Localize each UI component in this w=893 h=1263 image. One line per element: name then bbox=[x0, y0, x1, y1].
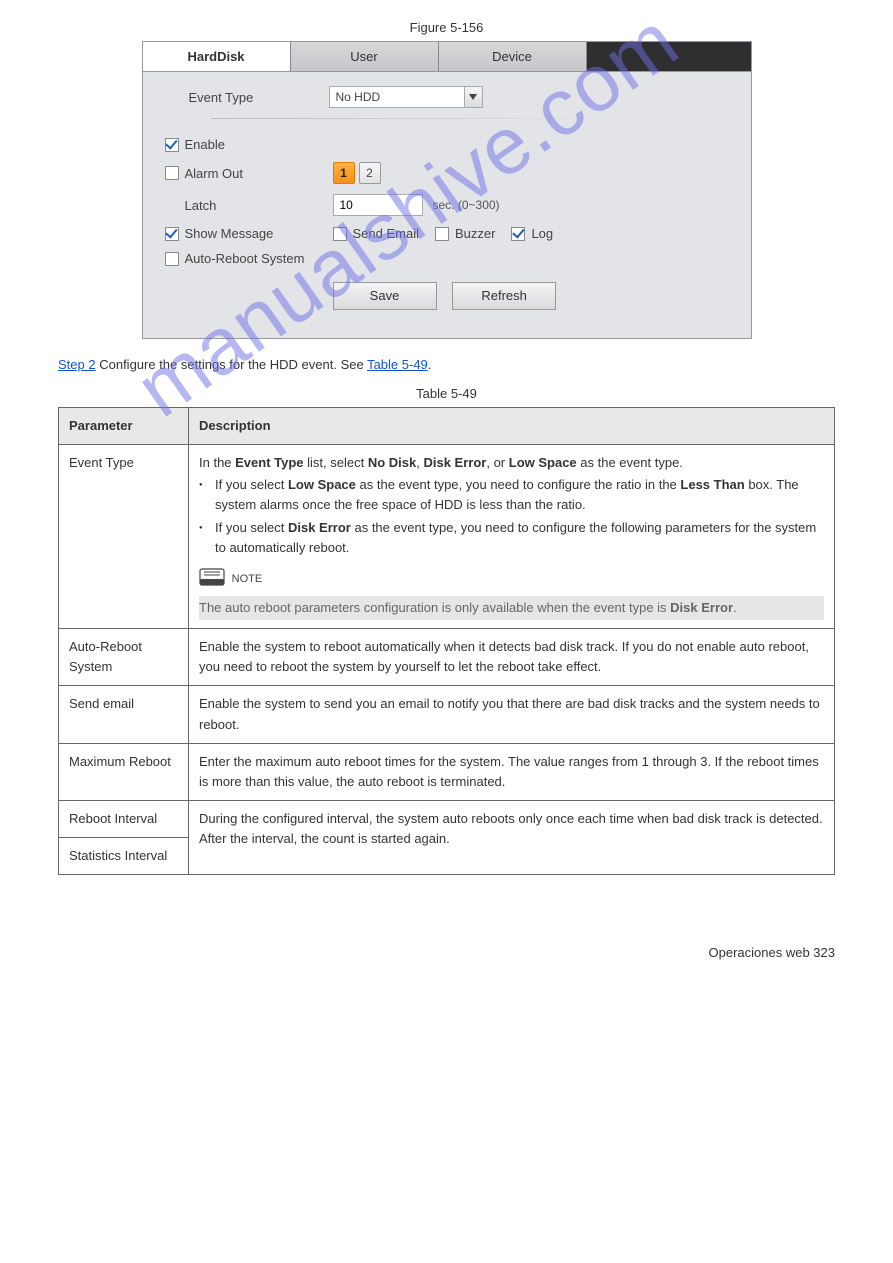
figure-label: Figure 5-156 bbox=[58, 20, 835, 35]
tab-bar: HardDisk User Device bbox=[143, 42, 751, 72]
tab-harddisk[interactable]: HardDisk bbox=[143, 42, 291, 71]
tab-device[interactable]: Device bbox=[439, 42, 587, 71]
alarm-out-checkbox[interactable] bbox=[165, 166, 179, 180]
page-footer: Operaciones web 323 bbox=[0, 915, 893, 970]
param-cell: Reboot Interval bbox=[59, 800, 189, 837]
param-cell: Maximum Reboot bbox=[59, 743, 189, 800]
latch-label: Latch bbox=[185, 198, 333, 213]
param-cell: Event Type bbox=[59, 445, 189, 629]
table-row: Maximum Reboot Enter the maximum auto re… bbox=[59, 743, 835, 800]
save-button[interactable]: Save bbox=[333, 282, 437, 310]
alarm-out-2-button[interactable]: 2 bbox=[359, 162, 381, 184]
desc-cell: Enable the system to reboot automaticall… bbox=[189, 629, 835, 686]
auto-reboot-label: Auto-Reboot System bbox=[185, 251, 305, 266]
show-message-checkbox[interactable] bbox=[165, 227, 179, 241]
send-email-label: Send Email bbox=[353, 226, 419, 241]
desc-cell: Enter the maximum auto reboot times for … bbox=[189, 743, 835, 800]
auto-reboot-checkbox[interactable] bbox=[165, 252, 179, 266]
alarm-out-1-button[interactable]: 1 bbox=[333, 162, 355, 184]
note-icon bbox=[199, 568, 225, 592]
desc-cell: During the configured interval, the syst… bbox=[189, 800, 835, 874]
parameters-table: Parameter Description Event Type In the … bbox=[58, 407, 835, 875]
event-type-select[interactable]: No HDD bbox=[329, 86, 483, 108]
event-type-value: No HDD bbox=[336, 90, 381, 104]
table-caption: Table 5-49 bbox=[58, 386, 835, 401]
latch-suffix: sec. (0~300) bbox=[433, 198, 500, 212]
table-row: Auto-Reboot System Enable the system to … bbox=[59, 629, 835, 686]
tab-empty bbox=[587, 42, 751, 71]
table-row: Send email Enable the system to send you… bbox=[59, 686, 835, 743]
event-type-label: Event Type bbox=[189, 90, 329, 105]
latch-input[interactable] bbox=[333, 194, 423, 216]
table-row: Event Type In the Event Type list, selec… bbox=[59, 445, 835, 629]
buzzer-label: Buzzer bbox=[455, 226, 495, 241]
log-label: Log bbox=[531, 226, 553, 241]
step-suffix: . bbox=[428, 357, 432, 372]
step-line: Step 2 Configure the settings for the HD… bbox=[58, 357, 835, 372]
enable-label: Enable bbox=[185, 137, 225, 152]
param-cell: Send email bbox=[59, 686, 189, 743]
desc-cell: In the Event Type list, select No Disk, … bbox=[189, 445, 835, 629]
table-row: Reboot Interval During the configured in… bbox=[59, 800, 835, 837]
divider bbox=[211, 118, 651, 119]
send-email-checkbox[interactable] bbox=[333, 227, 347, 241]
refresh-button[interactable]: Refresh bbox=[452, 282, 556, 310]
table-ref-link[interactable]: Table 5-49 bbox=[367, 357, 428, 372]
header-description: Description bbox=[189, 408, 835, 445]
tab-user[interactable]: User bbox=[291, 42, 439, 71]
harddisk-settings-screenshot: HardDisk User Device Event Type No HDD E… bbox=[142, 41, 752, 339]
param-cell: Auto-Reboot System bbox=[59, 629, 189, 686]
enable-checkbox[interactable] bbox=[165, 138, 179, 152]
log-checkbox[interactable] bbox=[511, 227, 525, 241]
alarm-out-label: Alarm Out bbox=[185, 166, 333, 181]
note-label: NOTE bbox=[232, 573, 263, 585]
step-text: Configure the settings for the HDD event… bbox=[99, 357, 367, 372]
show-message-label: Show Message bbox=[185, 226, 333, 241]
desc-cell: Enable the system to send you an email t… bbox=[189, 686, 835, 743]
buzzer-checkbox[interactable] bbox=[435, 227, 449, 241]
header-parameter: Parameter bbox=[59, 408, 189, 445]
dropdown-arrow-icon bbox=[464, 87, 482, 107]
step-link[interactable]: Step 2 bbox=[58, 357, 96, 372]
param-cell: Statistics Interval bbox=[59, 838, 189, 875]
